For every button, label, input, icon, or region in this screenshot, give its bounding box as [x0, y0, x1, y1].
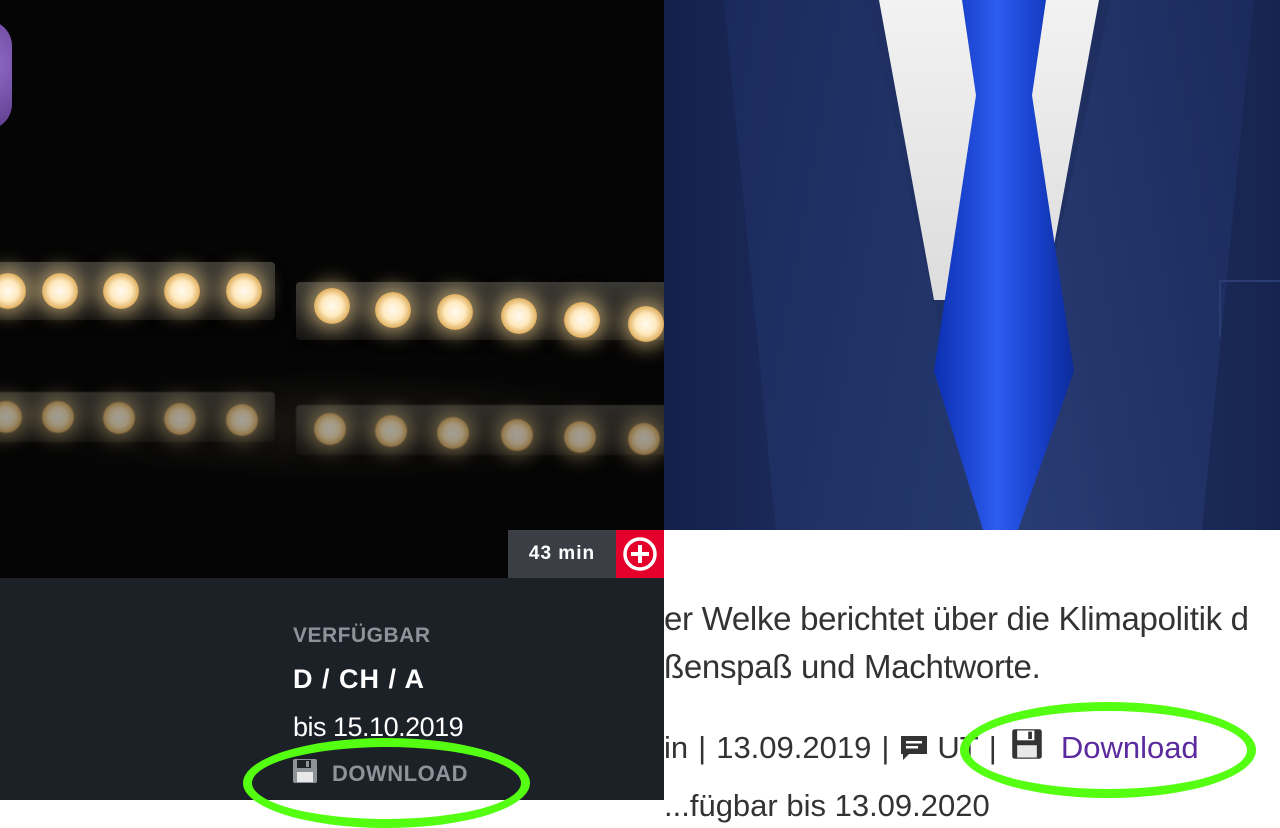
- separator: |: [988, 730, 997, 765]
- download-label: DOWNLOAD: [332, 761, 468, 786]
- duration-badge: 43 min: [508, 530, 616, 578]
- separator: |: [881, 730, 890, 765]
- availability-until: bis 15.10.2019: [293, 712, 464, 742]
- plus-circle-icon: [622, 536, 658, 572]
- stage-light-bar: [296, 282, 664, 342]
- episode-thumbnail[interactable]: [664, 0, 1280, 530]
- download-link[interactable]: Download: [1011, 728, 1199, 768]
- duration-fragment: in: [664, 730, 689, 765]
- download-button[interactable]: DOWNLOAD: [292, 758, 468, 790]
- episode-date: 13.09.2019: [716, 730, 872, 765]
- video-thumbnail[interactable]: [0, 0, 664, 578]
- download-link-label: Download: [1060, 730, 1199, 765]
- suit-pocket: [1219, 280, 1280, 337]
- separator: |: [698, 730, 707, 765]
- episode-meta-row: in | 13.09.2019 | UT | Download: [664, 728, 1199, 768]
- availability-regions: D / CH / A: [293, 664, 426, 694]
- stage-light-bar: [0, 262, 275, 320]
- availability-label: VERFÜGBAR: [293, 624, 431, 647]
- episode-description-line: er Welke berichtet über die Klimapolitik…: [664, 600, 1249, 637]
- comment-icon[interactable]: [899, 733, 929, 763]
- add-to-watchlist-button[interactable]: [616, 530, 664, 578]
- performer-silhouette: [0, 20, 12, 130]
- floppy-disk-icon: [1011, 728, 1043, 768]
- stage-light-reflection: [296, 405, 664, 455]
- subtitle-indicator[interactable]: UT: [937, 730, 978, 766]
- episode-description-line: ßenspaß und Machtworte.: [664, 648, 1041, 685]
- stage-light-reflection: [0, 392, 275, 442]
- floppy-disk-icon: [292, 758, 318, 790]
- availability-fragment: ...fügbar bis 13.09.2020: [664, 788, 990, 823]
